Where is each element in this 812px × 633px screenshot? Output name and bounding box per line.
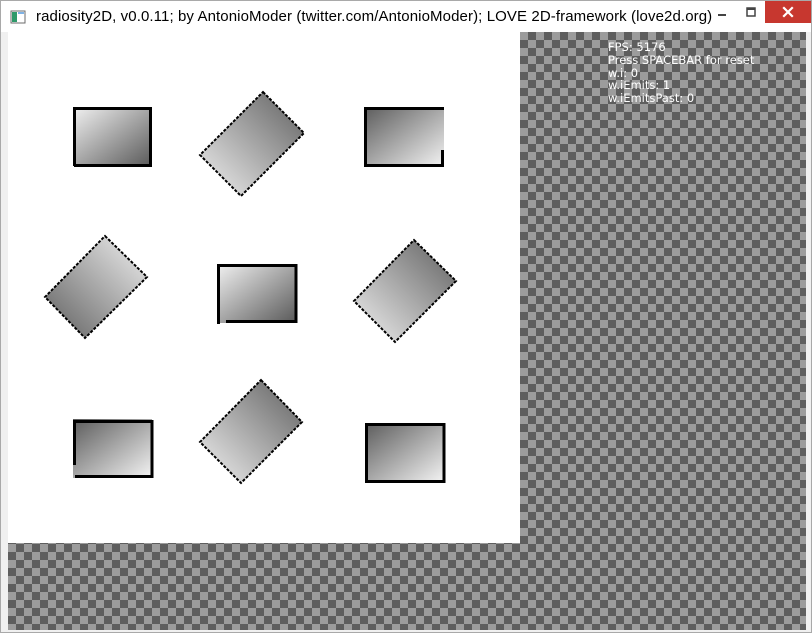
debug-hud: FPS: 5176 Press SPACEBAR for reset w.i: … — [608, 41, 754, 105]
reset-hint: Press SPACEBAR for reset — [608, 52, 755, 67]
radiosity-scene — [43, 90, 458, 485]
iemits-past-readout: w.iEmitsPast: 0 — [608, 91, 695, 106]
window-controls — [707, 1, 811, 23]
scene-block — [352, 238, 458, 344]
close-icon — [782, 6, 794, 18]
scene-block — [217, 264, 298, 324]
fps-readout: FPS: 5176 — [608, 40, 666, 54]
scene-block — [73, 419, 154, 478]
maximize-icon — [745, 7, 756, 17]
scene-block — [198, 378, 304, 485]
render-viewport[interactable]: FPS: 5176 Press SPACEBAR for reset w.i: … — [8, 32, 806, 630]
scene-block — [364, 107, 444, 167]
minimize-icon — [717, 14, 726, 16]
app-icon[interactable] — [10, 9, 26, 25]
maximize-button[interactable] — [736, 1, 765, 23]
scene-canvas[interactable] — [8, 32, 520, 543]
scene-block — [43, 234, 149, 340]
minimize-button[interactable] — [707, 1, 736, 23]
app-window: radiosity2D, v0.0.11; by AntonioModer (t… — [0, 0, 812, 633]
scene-block — [73, 107, 152, 167]
window-title: radiosity2D, v0.0.11; by AntonioModer (t… — [36, 8, 713, 25]
close-button[interactable] — [765, 1, 811, 23]
scene-block — [198, 90, 306, 198]
title-bar[interactable]: radiosity2D, v0.0.11; by AntonioModer (t… — [1, 1, 811, 32]
scene-block — [365, 423, 446, 483]
